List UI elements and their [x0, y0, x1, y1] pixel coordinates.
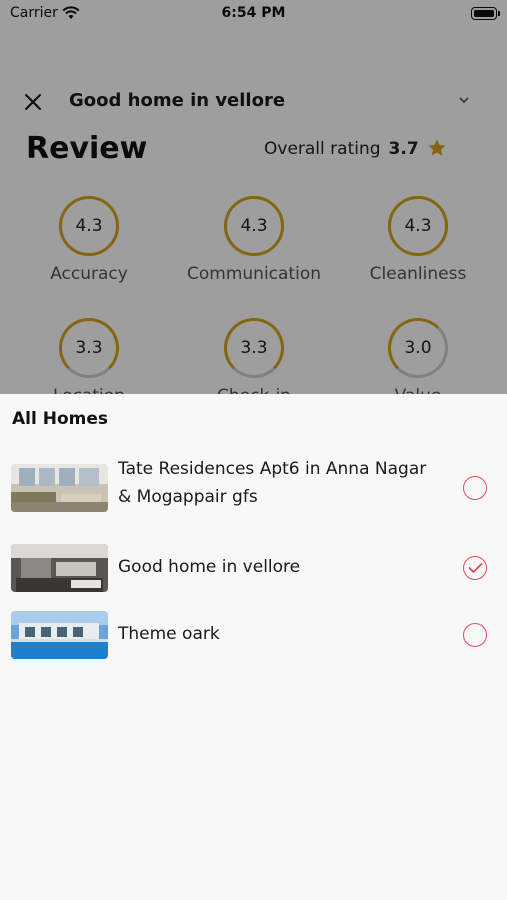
radio-unselected[interactable]	[463, 476, 487, 500]
home-picker-sheet: All Homes Tate Residences Apt6 in Anna N…	[0, 394, 507, 900]
checkmark-icon	[468, 563, 483, 573]
sheet-title: All Homes	[12, 409, 108, 429]
home-list-item[interactable]: Theme oark	[0, 606, 507, 662]
home-name: Good home in vellore	[118, 557, 301, 577]
home-thumbnail	[11, 544, 108, 592]
home-thumbnail	[11, 611, 108, 659]
home-name: Tate Residences Apt6 in Anna Nagar & Mog…	[118, 459, 427, 507]
home-thumbnail	[11, 464, 108, 512]
radio-selected[interactable]	[463, 556, 487, 580]
home-name: Theme oark	[118, 624, 220, 644]
home-list-item[interactable]: Good home in vellore	[0, 539, 507, 595]
modal-backdrop[interactable]	[0, 0, 507, 394]
radio-unselected[interactable]	[463, 623, 487, 647]
home-list-item[interactable]: Tate Residences Apt6 in Anna Nagar & Mog…	[0, 454, 507, 524]
